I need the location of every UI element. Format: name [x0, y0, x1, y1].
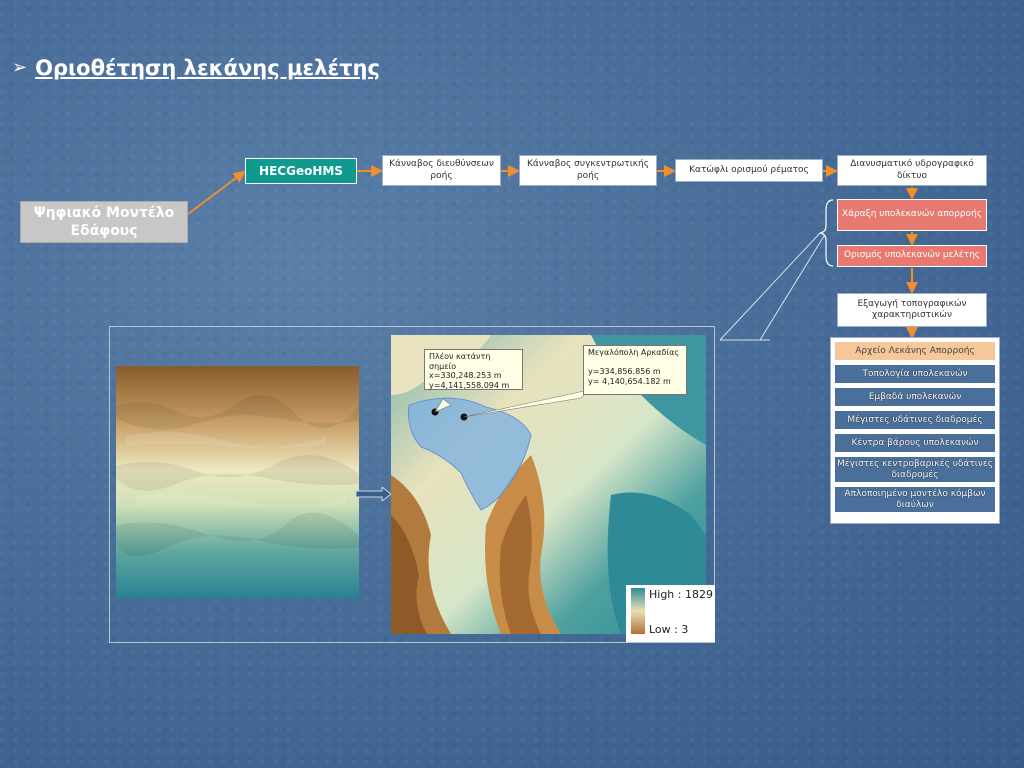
block-arrow-icon — [356, 487, 392, 501]
substep-catchment-delineation: Χάραξη υπολεκανών απορροής — [837, 199, 987, 231]
output-item: Αρχείο Λεκάνης Απορροής — [834, 341, 996, 361]
dem-raster-image — [116, 366, 359, 598]
output-item: Τοπολογία υπολεκανών — [834, 364, 996, 384]
hecgeohms-box: HECGeoHMS — [245, 158, 357, 184]
step-stream-threshold: Κατώφλι ορισμού ρέματος — [675, 159, 823, 182]
outputs-list: Αρχείο Λεκάνης Απορροής Τοπολογία υπολεκ… — [830, 337, 1000, 524]
output-item: Κέντρα βάρους υπολεκανών — [834, 433, 996, 453]
dem-to-hec-connector — [187, 170, 246, 215]
export-characteristics-box: Εξαγωγή τοπογραφικών χαρακτηριστικών — [837, 293, 987, 327]
city-callout: Μεγαλόπολη Αρκαδίας y=334,856.856 m y= 4… — [583, 345, 687, 395]
output-item: Μέγιστες κεντροβαρικές υδάτινες διαδρομέ… — [834, 456, 996, 483]
output-item: Μέγιστες υδάτινες διαδρομές — [834, 410, 996, 430]
output-item: Εμβαδά υπολεκανών — [834, 387, 996, 407]
outlet-callout: Πλέον κατάντη σημείο x=330,248.253 m y=4… — [424, 349, 523, 390]
step-flow-direction: Κάνναβος διευθύνσεων ροής — [382, 155, 501, 186]
output-item: Απλοποιημένο μοντέλο κόμβων διαύλων — [834, 486, 996, 513]
substeps-brace — [819, 199, 834, 267]
brace-to-map-line-b — [759, 235, 825, 341]
step-flow-accumulation: Κάνναβος συγκεντρωτικής ροής — [519, 155, 657, 186]
legend-color-ramp — [631, 588, 645, 634]
step-stream-network: Διανυσματικό υδρογραφικό δίκτυο — [837, 155, 987, 186]
legend-high-label: High : 1829 — [649, 588, 713, 601]
legend-low-label: Low : 3 — [649, 623, 689, 636]
dem-box: Ψηφιακό Μοντέλο Εδάφους — [20, 201, 188, 243]
elevation-legend: High : 1829 Low : 3 — [626, 585, 715, 642]
substep-study-subbasins: Ορισμός υπολεκανών μελέτης — [837, 245, 987, 267]
